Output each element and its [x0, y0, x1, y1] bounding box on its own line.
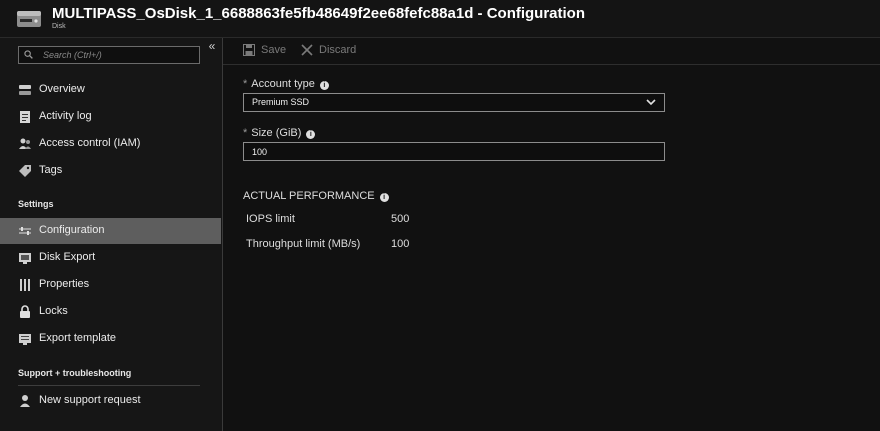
tag-icon [19, 165, 31, 177]
collapse-sidebar-icon[interactable]: « [206, 40, 218, 52]
size-input[interactable] [243, 142, 665, 161]
lock-icon [20, 305, 30, 318]
section-header-support: Support + troubleshooting [18, 368, 132, 378]
sidebar-item-export-template[interactable]: Export template [0, 326, 221, 352]
sidebar-item-overview[interactable]: Overview [0, 77, 221, 103]
overview-icon [19, 85, 31, 95]
account-type-dropdown[interactable]: Premium SSD [243, 93, 665, 112]
iops-limit-value: 500 [391, 213, 410, 225]
search-input[interactable] [43, 48, 193, 62]
save-icon [243, 44, 255, 56]
performance-heading-text: ACTUAL PERFORMANCE [243, 190, 375, 202]
sidebar-item-access-control[interactable]: Access control (IAM) [0, 131, 221, 157]
info-icon[interactable]: i [319, 81, 329, 90]
discard-button[interactable]: Discard [301, 44, 363, 58]
sidebar-item-locks[interactable]: Locks [0, 299, 221, 325]
sidebar-item-label: Tags [39, 164, 63, 176]
access-control-icon [19, 138, 31, 149]
sidebar-item-new-support-request[interactable]: New support request [0, 388, 221, 414]
account-type-label-text: Account type [251, 78, 315, 90]
sidebar-item-label: Properties [39, 278, 90, 290]
account-type-value: Premium SSD [252, 97, 310, 107]
sidebar-item-label: Access control (IAM) [39, 137, 141, 149]
sidebar-item-label: Disk Export [39, 251, 96, 263]
sidebar-item-label: Export template [39, 332, 117, 344]
page-title: MULTIPASS_OsDisk_1_6688863fe5fb48649f2ee… [52, 5, 586, 22]
sidebar-item-label: Configuration [39, 224, 105, 236]
save-button[interactable]: Save [243, 44, 291, 58]
sidebar-item-tags[interactable]: Tags [0, 158, 221, 184]
search-box[interactable] [18, 46, 200, 64]
properties-icon [20, 279, 30, 291]
sidebar-item-configuration[interactable]: Configuration [0, 218, 221, 244]
throughput-limit-value: 100 [391, 238, 410, 250]
iops-limit-label: IOPS limit [246, 213, 295, 225]
configuration-icon [19, 227, 31, 235]
account-type-label: * Account type i [243, 78, 329, 90]
close-icon [301, 44, 313, 56]
throughput-limit-label: Throughput limit (MB/s) [246, 238, 361, 250]
section-header-settings: Settings [18, 199, 54, 209]
sidebar-item-label: Overview [39, 83, 85, 95]
page-subtitle: Disk [52, 23, 66, 30]
export-template-icon [19, 334, 31, 345]
performance-heading: ACTUAL PERFORMANCE i [243, 190, 389, 202]
chevron-down-icon [646, 99, 656, 106]
required-marker: * [243, 127, 248, 139]
info-icon[interactable]: i [306, 130, 316, 139]
activity-log-icon [20, 111, 30, 123]
size-label: * Size (GiB) i [243, 127, 316, 139]
size-label-text: Size (GiB) [251, 127, 302, 139]
command-bar: Save Discard [223, 38, 880, 65]
sidebar: « Overview Activity log Access control (… [0, 38, 223, 431]
sidebar-item-activity-log[interactable]: Activity log [0, 104, 221, 130]
blade-header: MULTIPASS_OsDisk_1_6688863fe5fb48649f2ee… [0, 0, 880, 38]
disk-icon [17, 11, 41, 27]
sidebar-item-label: Activity log [39, 110, 92, 122]
info-icon[interactable]: i [379, 193, 389, 202]
discard-label: Discard [319, 44, 357, 56]
sidebar-item-label: New support request [39, 394, 141, 406]
save-label: Save [261, 44, 287, 56]
sidebar-item-label: Locks [39, 305, 68, 317]
section-divider [18, 385, 200, 386]
disk-export-icon [19, 253, 31, 264]
sidebar-item-properties[interactable]: Properties [0, 272, 221, 298]
search-icon [24, 50, 33, 59]
support-request-icon [20, 395, 30, 407]
required-marker: * [243, 78, 248, 90]
sidebar-item-disk-export[interactable]: Disk Export [0, 245, 221, 271]
